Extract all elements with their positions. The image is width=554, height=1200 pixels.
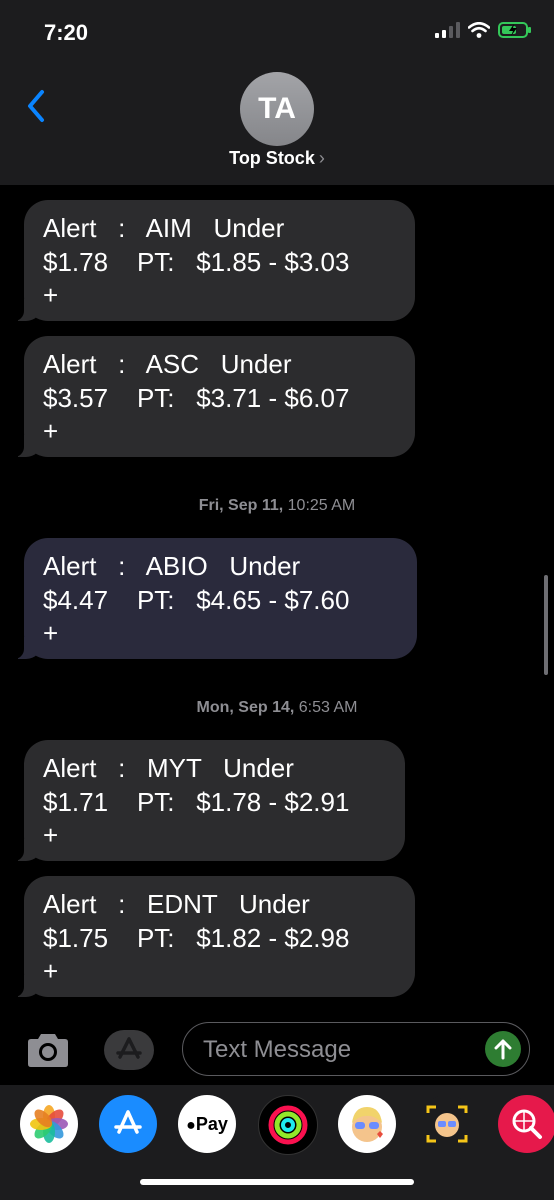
timestamp-divider: Mon, Sep 14, 6:53 AM — [196, 699, 358, 716]
back-chevron-icon[interactable] — [22, 86, 52, 126]
activity-icon[interactable] — [258, 1095, 318, 1155]
message-bubble[interactable]: Alert : ASC Under $3.57 PT: $3.71 - $6.0… — [12, 336, 415, 457]
message-bubble[interactable]: Alert : ABIO Under $4.47 PT: $4.65 - $7.… — [12, 538, 417, 659]
animoji-frame-icon — [426, 1105, 468, 1143]
search-images-icon[interactable] — [498, 1095, 554, 1153]
message-input-field[interactable] — [182, 1022, 530, 1076]
message-bubble[interactable]: Alert : AIM Under $1.78 PT: $1.85 - $3.0… — [12, 200, 415, 321]
battery-icon — [498, 22, 531, 38]
conversation-header: 7:20 TA Top Stock › — [0, 0, 554, 185]
photos-icon[interactable] — [20, 1095, 78, 1153]
arrow-up-icon — [494, 1039, 512, 1060]
status-icons — [435, 22, 531, 38]
send-button[interactable] — [485, 1031, 521, 1067]
contact-name-label: Top Stock — [229, 148, 315, 168]
memoji-face-icon — [352, 1107, 383, 1142]
apple-pay-label: ●Pay — [186, 1113, 228, 1134]
home-indicator[interactable] — [140, 1179, 414, 1185]
message-bubble[interactable]: Alert : EDNT Under $1.75 PT: $1.82 - $2.… — [12, 876, 415, 997]
apple-pay-icon[interactable]: ●Pay — [178, 1095, 236, 1153]
app-store-apps-button[interactable] — [104, 1030, 154, 1070]
globe-search-icon — [512, 1109, 542, 1139]
wifi-icon — [468, 22, 490, 38]
chevron-right-icon: › — [318, 148, 325, 168]
scrollbar[interactable] — [544, 575, 548, 675]
app-store-icon — [116, 1037, 142, 1059]
app-store-glyph-icon — [114, 1110, 142, 1134]
photos-flower-icon — [30, 1105, 68, 1143]
message-bubble[interactable]: Alert : MYT Under $1.71 PT: $1.78 - $2.9… — [12, 740, 405, 861]
activity-rings-icon — [268, 1105, 308, 1145]
animoji-icon[interactable] — [418, 1095, 476, 1153]
contact-avatar[interactable]: TA — [240, 72, 314, 146]
memoji-icon[interactable] — [338, 1095, 396, 1153]
contact-name-button[interactable]: Top Stock › — [0, 148, 554, 169]
message-input[interactable] — [201, 1031, 475, 1069]
status-time: 7:20 — [44, 20, 89, 45]
timestamp-divider: Fri, Sep 11, 10:25 AM — [198, 497, 356, 514]
camera-icon[interactable] — [24, 1030, 72, 1070]
cellular-signal-icon — [435, 22, 460, 38]
app-store-icon[interactable] — [99, 1095, 157, 1153]
